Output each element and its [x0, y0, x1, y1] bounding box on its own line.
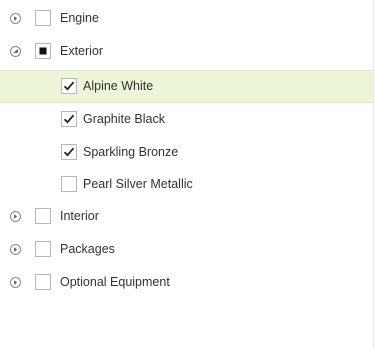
- tree-node-interior[interactable]: Interior: [0, 200, 373, 233]
- tree-node-graphite-black[interactable]: Graphite Black: [0, 103, 373, 136]
- chevron-down-icon[interactable]: [10, 46, 21, 57]
- node-label: Pearl Silver Metallic: [83, 177, 193, 191]
- node-checkbox[interactable]: [61, 144, 77, 160]
- tree-node-pearl-silver-metallic[interactable]: Pearl Silver Metallic: [0, 168, 373, 201]
- check-icon: [63, 147, 75, 157]
- chevron-right-icon[interactable]: [10, 244, 21, 255]
- tree-node-sparkling-bronze[interactable]: Sparkling Bronze: [0, 136, 373, 169]
- tree-node-packages[interactable]: Packages: [0, 233, 373, 266]
- node-checkbox[interactable]: [35, 208, 51, 224]
- tree-node-optional-equipment[interactable]: Optional Equipment: [0, 266, 373, 299]
- tree-node-engine[interactable]: Engine: [0, 2, 373, 35]
- node-checkbox[interactable]: [61, 176, 77, 192]
- node-checkbox[interactable]: [61, 111, 77, 127]
- node-label: Sparkling Bronze: [83, 145, 179, 159]
- check-icon: [63, 81, 75, 91]
- node-checkbox[interactable]: [35, 241, 51, 257]
- chevron-right-icon[interactable]: [10, 277, 21, 288]
- node-label: Exterior: [60, 44, 104, 58]
- options-tree: Engine Exterior Alpine White Graphite Bl…: [0, 0, 375, 349]
- node-checkbox[interactable]: [35, 274, 51, 290]
- tree-node-exterior[interactable]: Exterior: [0, 35, 373, 68]
- node-checkbox[interactable]: [61, 78, 77, 94]
- chevron-right-icon[interactable]: [10, 13, 21, 24]
- node-label: Optional Equipment: [60, 275, 170, 289]
- node-label: Alpine White: [83, 79, 154, 93]
- chevron-right-icon[interactable]: [10, 211, 21, 222]
- check-icon: [63, 114, 75, 124]
- partial-check-icon: [39, 47, 47, 55]
- tree-node-alpine-white[interactable]: Alpine White: [0, 70, 373, 103]
- node-label: Graphite Black: [83, 112, 165, 126]
- node-checkbox[interactable]: [35, 10, 51, 26]
- node-label: Interior: [60, 209, 99, 223]
- node-label: Packages: [60, 242, 115, 256]
- panel-border: [373, 0, 374, 349]
- node-label: Engine: [60, 11, 99, 25]
- node-checkbox[interactable]: [35, 43, 51, 59]
